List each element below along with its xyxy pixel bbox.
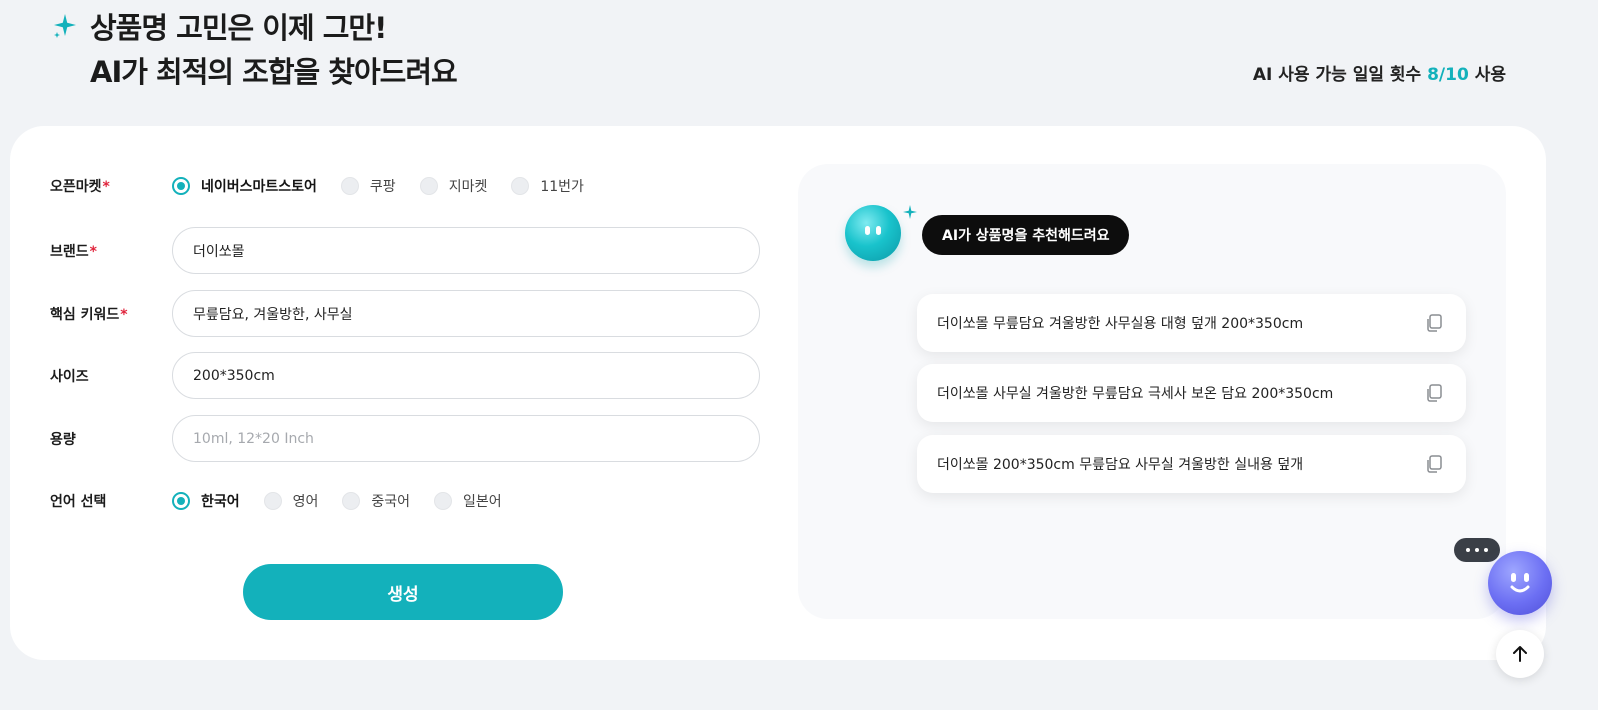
capacity-row: 용량 10ml, 12*20 Inch xyxy=(50,415,760,462)
generator-card: 오픈마켓* 네이버스마트스토어 쿠팡 지마켓 11번가 브랜드* 더이쏘몰 핵심… xyxy=(10,126,1546,660)
result-item: 더이쏘몰 무릎담요 겨울방한 사무실용 대형 덮개 200*350cm xyxy=(917,294,1466,352)
radio-icon xyxy=(434,492,453,510)
ai-bubble: AI가 상품명을 추천해드려요 xyxy=(922,215,1130,255)
chatbot-icon[interactable] xyxy=(1488,551,1552,615)
sparkle-icon xyxy=(903,205,917,219)
radio-icon xyxy=(511,177,530,195)
page-title: 상품명 고민은 이제 그만! AI가 최적의 조합을 찾아드려요 xyxy=(90,6,458,94)
result-text: 더이쏘몰 200*350cm 무릎담요 사무실 겨울방한 실내용 덮개 xyxy=(937,457,1304,473)
language-option-japanese[interactable]: 일본어 xyxy=(434,491,502,511)
market-option-11st[interactable]: 11번가 xyxy=(511,176,584,196)
result-text: 더이쏘몰 무릎담요 겨울방한 사무실용 대형 덮개 200*350cm xyxy=(937,316,1304,332)
ai-bot-icon xyxy=(845,205,901,261)
capacity-label: 용량 xyxy=(50,431,76,448)
brand-input[interactable]: 더이쏘몰 xyxy=(172,227,760,274)
usage-prefix: AI 사용 가능 일일 횟수 xyxy=(1252,65,1428,85)
capacity-input[interactable]: 10ml, 12*20 Inch xyxy=(172,415,760,462)
result-text: 더이쏘몰 사무실 겨울방한 무릎담요 극세사 보온 담요 200*350cm xyxy=(937,386,1334,402)
market-option-naver[interactable]: 네이버스마트스토어 xyxy=(172,176,317,196)
radio-icon xyxy=(419,177,438,195)
market-label: 오픈마켓* xyxy=(50,179,110,195)
usage-counter: AI 사용 가능 일일 횟수 8/10 사용 xyxy=(1253,60,1506,85)
language-option-english[interactable]: 영어 xyxy=(263,491,318,511)
chatbot-face-icon xyxy=(1510,573,1530,593)
keywords-label: 핵심 키워드* xyxy=(50,306,128,323)
language-option-chinese[interactable]: 중국어 xyxy=(342,491,410,511)
radio-icon xyxy=(172,492,190,510)
radio-icon xyxy=(263,492,282,510)
title-line-2: AI가 최적의 조합을 찾아드려요 xyxy=(90,55,458,89)
result-item: 더이쏘몰 사무실 겨울방한 무릎담요 극세사 보온 담요 200*350cm xyxy=(917,364,1466,422)
brand-row: 브랜드* 더이쏘몰 xyxy=(50,227,760,274)
brand-label: 브랜드* xyxy=(50,243,97,260)
keywords-row: 핵심 키워드* 무릎담요, 겨울방한, 사무실 xyxy=(50,290,760,337)
language-radio-group: 한국어 영어 중국어 일본어 xyxy=(172,491,526,511)
size-row: 사이즈 200*350cm xyxy=(50,352,760,399)
language-label: 언어 선택 xyxy=(50,494,107,510)
language-row: 언어 선택 한국어 영어 중국어 일본어 xyxy=(50,489,526,513)
keywords-input[interactable]: 무릎담요, 겨울방한, 사무실 xyxy=(172,290,760,337)
results-panel: AI가 상품명을 추천해드려요 더이쏘몰 무릎담요 겨울방한 사무실용 대형 덮… xyxy=(798,164,1506,619)
scroll-top-button[interactable] xyxy=(1496,630,1544,678)
market-radio-group: 네이버스마트스토어 쿠팡 지마켓 11번가 xyxy=(172,176,608,196)
radio-icon xyxy=(340,177,359,195)
market-option-coupang[interactable]: 쿠팡 xyxy=(340,176,396,196)
size-label: 사이즈 xyxy=(50,368,89,385)
result-item: 더이쏘몰 200*350cm 무릎담요 사무실 겨울방한 실내용 덮개 xyxy=(917,435,1466,493)
usage-suffix: 사용 xyxy=(1468,65,1506,85)
radio-icon xyxy=(342,492,361,510)
size-input[interactable]: 200*350cm xyxy=(172,352,760,399)
market-row: 오픈마켓* 네이버스마트스토어 쿠팡 지마켓 11번가 xyxy=(50,174,608,198)
copy-icon[interactable] xyxy=(1424,383,1444,403)
arrow-up-icon xyxy=(1513,646,1527,662)
radio-icon xyxy=(172,177,190,195)
usage-count: 8/10 xyxy=(1427,65,1469,85)
sparkle-icon xyxy=(54,14,76,38)
copy-icon[interactable] xyxy=(1424,313,1444,333)
generate-button[interactable]: 생성 xyxy=(243,564,563,620)
title-line-1: 상품명 고민은 이제 그만! xyxy=(90,11,387,45)
market-option-gmarket[interactable]: 지마켓 xyxy=(419,176,487,196)
copy-icon[interactable] xyxy=(1424,454,1444,474)
language-option-korean[interactable]: 한국어 xyxy=(172,491,240,511)
